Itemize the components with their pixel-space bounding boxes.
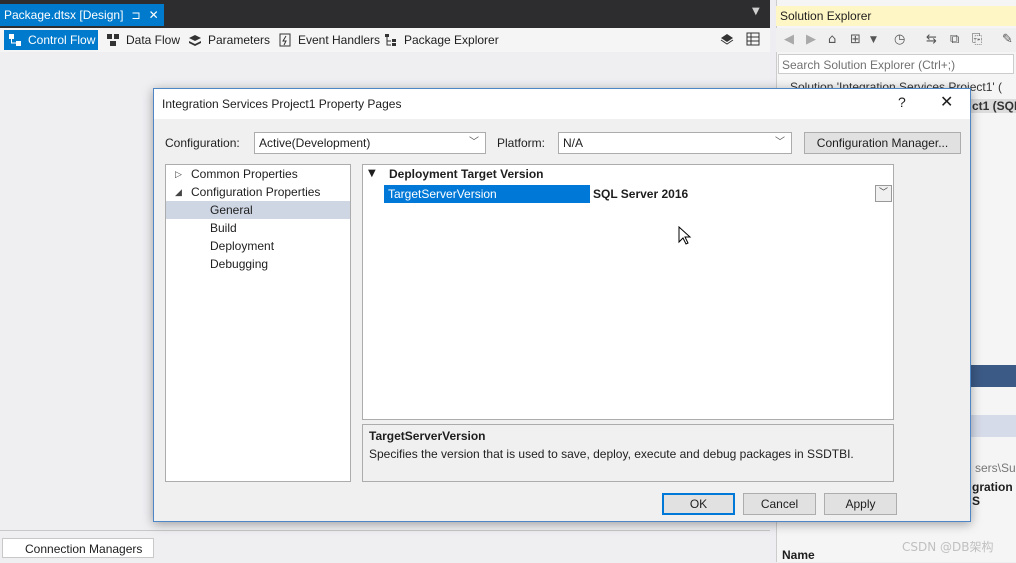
collapse-arrow-icon[interactable]: ◢: [175, 183, 182, 201]
watermark: CSDN @DB架构: [902, 540, 994, 554]
tab-overflow-dropdown-icon[interactable]: ▼: [752, 6, 760, 17]
sync-icon[interactable]: ⊞: [850, 32, 861, 47]
package-explorer-icon: [384, 33, 398, 47]
tab-event-handlers[interactable]: Event Handlers: [274, 30, 380, 50]
solution-explorer-search-input[interactable]: Search Solution Explorer (Ctrl+;): [778, 54, 1014, 74]
tree-item-general[interactable]: General: [166, 201, 350, 219]
configuration-label: Configuration:: [165, 136, 240, 150]
tree-item-label: Configuration Properties: [191, 185, 321, 199]
property-pages-dialog: Integration Services Project1 Property P…: [153, 88, 971, 522]
solution-explorer-title: Solution Explorer: [776, 6, 1016, 26]
tree-item-configuration-properties[interactable]: ◢ Configuration Properties: [166, 183, 350, 201]
tab-label: Package Explorer: [404, 33, 499, 47]
tree-item-label: General: [210, 203, 253, 217]
mouse-cursor-icon: [678, 225, 692, 249]
dialog-titlebar: Integration Services Project1 Property P…: [154, 89, 970, 119]
forward-icon[interactable]: ▶: [806, 32, 816, 47]
chevron-down-icon[interactable]: ﹀: [875, 185, 892, 202]
tab-package-explorer[interactable]: Package Explorer: [380, 30, 500, 50]
ok-button[interactable]: OK: [662, 493, 735, 515]
property-description-pane: TargetServerVersion Specifies the versio…: [362, 424, 894, 482]
tree-item-deployment[interactable]: Deployment: [166, 237, 350, 255]
refresh-icon[interactable]: ⇆: [926, 32, 937, 47]
property-name-target-server-version[interactable]: TargetServerVersion: [384, 185, 590, 203]
chevron-down-icon[interactable]: ▼: [870, 35, 877, 45]
tab-parameters[interactable]: Parameters: [184, 30, 272, 50]
document-tab-title: Package.dtsx [Design]: [4, 8, 124, 22]
tree-item-build[interactable]: Build: [166, 219, 350, 237]
tree-item-label: Deployment: [210, 239, 275, 253]
variables-grid-icon[interactable]: [746, 32, 760, 49]
tab-data-flow[interactable]: Data Flow: [102, 30, 182, 50]
tab-connection-managers[interactable]: Connection Managers: [2, 538, 154, 558]
properties-title-bar: [970, 365, 1016, 387]
show-all-files-icon[interactable]: ⎘: [972, 32, 982, 47]
description-title: TargetServerVersion: [369, 429, 486, 443]
property-category: Deployment Target Version: [389, 167, 544, 181]
document-tab-package[interactable]: Package.dtsx [Design] ⊐ ✕: [0, 4, 164, 26]
parameters-icon: [188, 33, 202, 47]
tab-label: Control Flow: [28, 33, 96, 47]
property-value-target-server-version[interactable]: SQL Server 2016: [593, 185, 873, 203]
properties-value-partial: sers\Sub: [975, 461, 1016, 475]
collapse-all-icon[interactable]: ⧉: [950, 32, 959, 47]
tree-item-common-properties[interactable]: ▷ Common Properties: [166, 165, 350, 183]
properties-name-label: Name: [782, 548, 815, 562]
pin-icon[interactable]: ⊐: [131, 9, 140, 22]
designer-tab-strip: Control Flow Data Flow Parameters Event …: [0, 28, 770, 52]
tree-item-label: Debugging: [210, 257, 269, 271]
solution-explorer-toolbar: ◀ ▶ ⌂ ⊞ ▼ ◷ ⇆ ⧉ ⎘ ✎: [776, 28, 1016, 52]
tab-label: Event Handlers: [298, 33, 381, 47]
home-icon[interactable]: ⌂: [828, 32, 836, 47]
property-pages-tree: ▷ Common Properties ◢ Configuration Prop…: [165, 164, 351, 482]
chevron-down-icon: ﹀: [775, 137, 785, 148]
history-icon[interactable]: ◷: [894, 32, 905, 47]
platform-label: Platform:: [497, 136, 546, 150]
tab-label: Parameters: [208, 33, 271, 47]
properties-category-partial: gration S: [972, 480, 1013, 508]
chevron-down-icon: ﹀: [469, 137, 479, 148]
zoom-icon[interactable]: [720, 32, 734, 49]
platform-value: N/A: [563, 136, 584, 150]
description-text: Specifies the version that is used to sa…: [369, 447, 854, 461]
project-tree-item[interactable]: ct1 (SQL: [968, 99, 1016, 113]
tree-item-label: Build: [210, 221, 237, 235]
configuration-select[interactable]: Active(Development) ﹀: [254, 132, 486, 154]
data-flow-icon: [106, 33, 120, 47]
configuration-value: Active(Development): [259, 136, 371, 150]
tab-control-flow[interactable]: Control Flow: [4, 30, 98, 50]
back-icon[interactable]: ◀: [784, 32, 794, 47]
event-handlers-icon: [278, 33, 292, 47]
control-flow-icon: [8, 33, 22, 47]
expand-arrow-icon[interactable]: ▷: [175, 165, 182, 183]
close-tab-icon[interactable]: ✕: [149, 8, 159, 22]
properties-wrench-icon[interactable]: ✎: [1002, 32, 1013, 47]
property-grid: ▼ Deployment Target Version TargetServer…: [362, 164, 894, 420]
tab-label: Data Flow: [126, 33, 181, 47]
configuration-manager-button[interactable]: Configuration Manager...: [804, 132, 961, 154]
cancel-button[interactable]: Cancel: [743, 493, 816, 515]
help-button[interactable]: ?: [898, 94, 906, 110]
dialog-title: Integration Services Project1 Property P…: [162, 97, 402, 111]
platform-select[interactable]: N/A ﹀: [558, 132, 792, 154]
category-collapse-icon[interactable]: ▼: [368, 168, 376, 179]
apply-button[interactable]: Apply: [824, 493, 897, 515]
close-button[interactable]: ✕: [940, 92, 953, 112]
tree-item-debugging[interactable]: Debugging: [166, 255, 350, 273]
tree-item-label: Common Properties: [191, 167, 298, 181]
properties-selected-row: [970, 415, 1016, 437]
